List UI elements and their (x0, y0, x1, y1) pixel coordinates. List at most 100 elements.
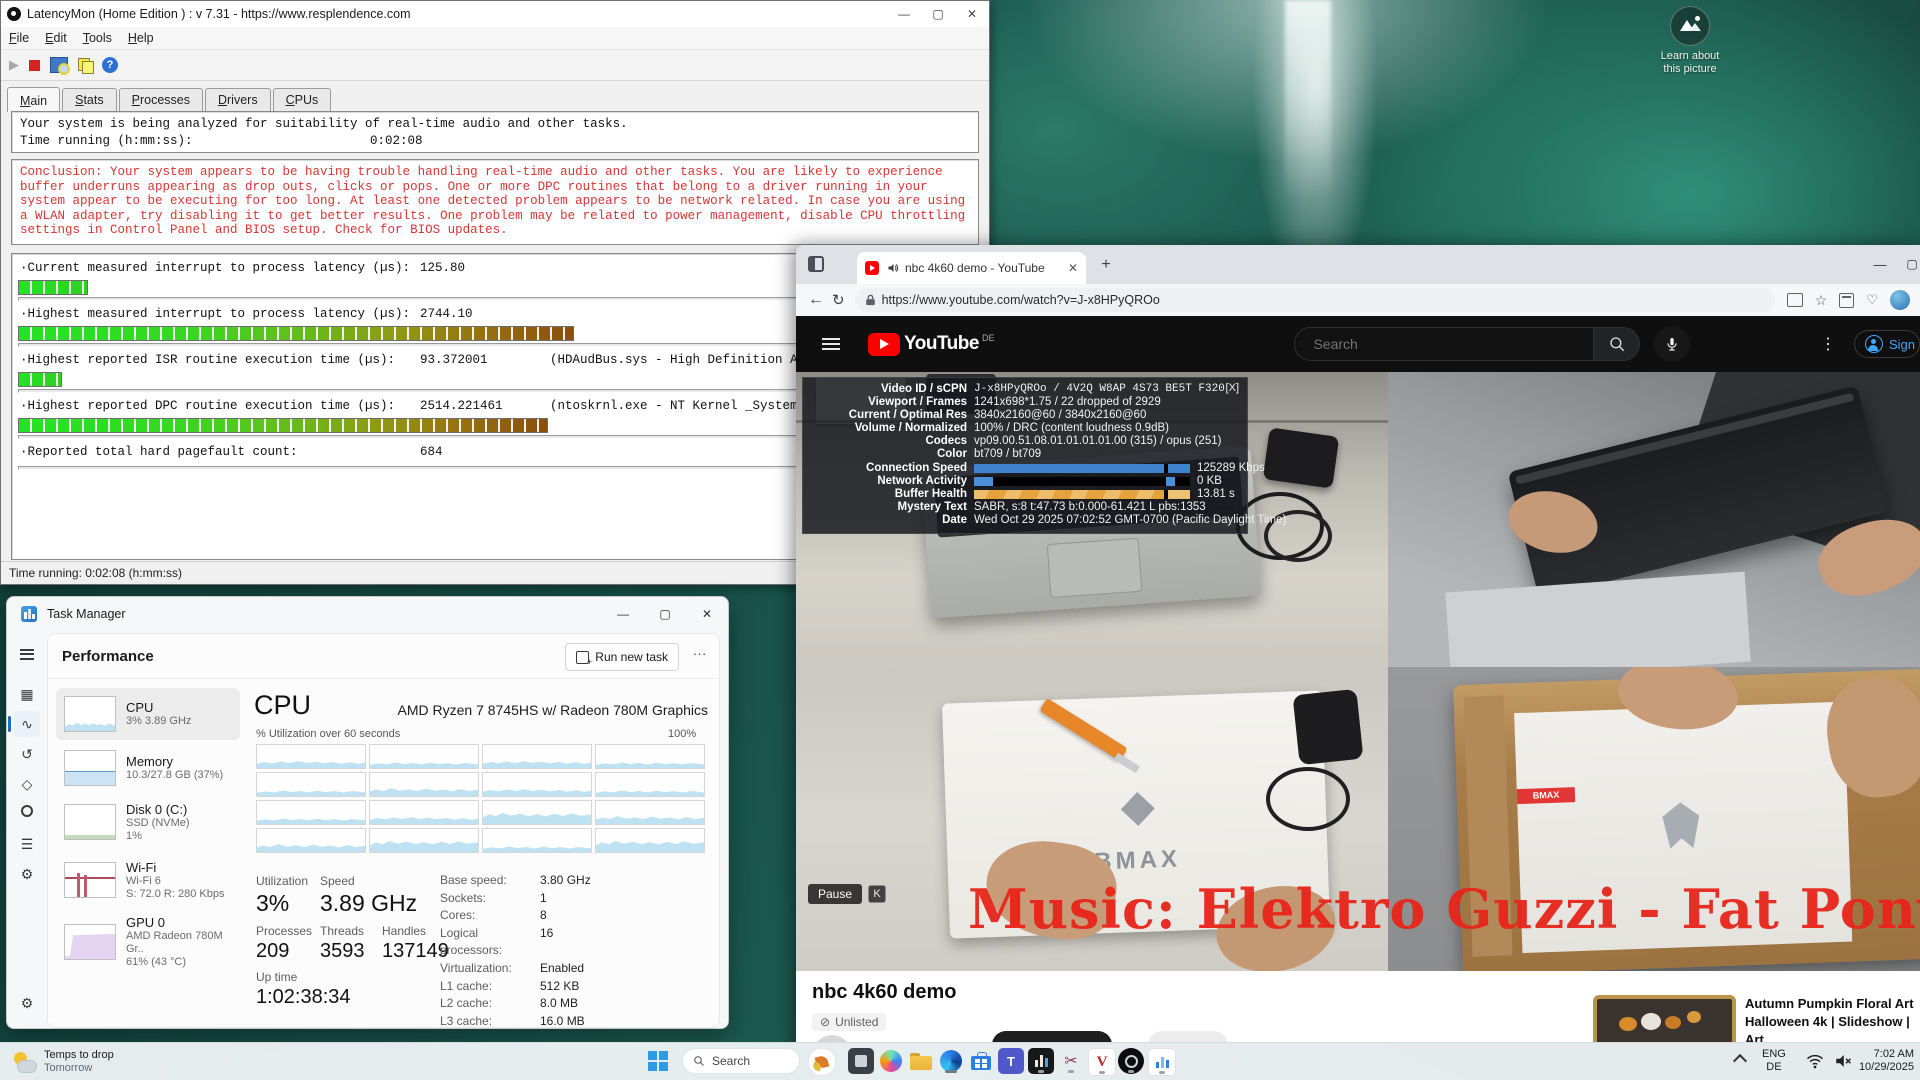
tab-close-icon[interactable]: ✕ (1068, 261, 1078, 275)
copy-report-icon[interactable] (78, 58, 92, 72)
desktop-waterfall (1285, 0, 1331, 200)
start-monitor-icon[interactable]: ▶ (9, 57, 19, 73)
task-manager-taskbar-icon[interactable] (1148, 1048, 1176, 1076)
weather-icon (12, 1051, 36, 1073)
more-options-button[interactable]: ... (693, 643, 707, 658)
settings-gear-icon[interactable]: ⚙ (14, 990, 40, 1016)
search-input[interactable] (1311, 335, 1565, 353)
file-explorer-icon[interactable] (908, 1048, 934, 1074)
nav-details-icon[interactable]: ☰ (14, 831, 40, 857)
search-button[interactable] (1594, 327, 1640, 361)
pause-label: Pause (808, 884, 862, 904)
tab-stats[interactable]: Stats (62, 88, 117, 111)
cpu-heading: CPU (254, 690, 311, 721)
lens-app-icon[interactable] (1118, 1048, 1144, 1074)
maximize-button[interactable]: ▢ (921, 2, 955, 26)
youtube-logo[interactable]: YouTube DE (868, 333, 994, 356)
tab-processes[interactable]: Processes (119, 88, 203, 111)
unlisted-link-icon: ⊘ (820, 1015, 830, 1029)
person-icon (1865, 335, 1883, 353)
start-button[interactable] (645, 1048, 671, 1074)
sign-in-button[interactable]: Sign (1854, 330, 1920, 358)
tray-chevron-icon[interactable] (1732, 1051, 1748, 1067)
nav-app-history-icon[interactable]: ↺ (14, 741, 40, 767)
search-highlights-leaf-icon[interactable] (808, 1048, 836, 1076)
nav-users-icon[interactable] (14, 801, 40, 827)
volume-muted-icon[interactable] (1834, 1053, 1852, 1069)
menu-edit[interactable]: Edit (37, 31, 75, 45)
minimize-button[interactable]: — (887, 2, 921, 26)
learn-about-picture[interactable]: Learn about this picture (1630, 6, 1750, 76)
wifi-icon[interactable] (1806, 1053, 1824, 1069)
perf-item-memory[interactable]: Memory10.3/27.8 GB (37%) (56, 742, 240, 794)
v-checker-app-icon[interactable]: V (1088, 1048, 1116, 1076)
menu-help[interactable]: Help (120, 31, 162, 45)
window-minimize-button[interactable]: — (1868, 257, 1892, 272)
perf-item-gpu[interactable]: GPU 0AMD Radeon 780M Gr..61% (43 °C) (56, 916, 240, 968)
nav-services-icon[interactable]: ⚙ (14, 861, 40, 887)
perf-item-disk[interactable]: Disk 0 (C:)SSD (NVMe)1% (56, 796, 240, 848)
gpu-mini-chart (64, 924, 116, 960)
nav-performance-icon[interactable]: ∿ (14, 711, 40, 737)
address-bar[interactable]: https://www.youtube.com/watch?v=J-x8HPyQ… (855, 288, 1775, 312)
taskbar-search[interactable]: Search (682, 1048, 800, 1074)
latencymon-titlebar[interactable]: LatencyMon (Home Edition ) : v 7.31 - ht… (1, 1, 989, 27)
wifi-mini-chart (64, 862, 116, 898)
recommended-title-line1[interactable]: Autumn Pumpkin Floral Art (1745, 995, 1915, 1013)
favorites-star-icon[interactable]: ☆ (1815, 292, 1828, 309)
menu-tools[interactable]: Tools (75, 31, 120, 45)
perf-item-wifi[interactable]: Wi-FiWi-Fi 6S: 72.0 R: 280 Kbps (56, 854, 240, 906)
close-button[interactable]: ✕ (686, 598, 728, 630)
tray-clock[interactable]: 7:02 AM 10/29/2025 (1856, 1048, 1914, 1074)
voice-search-button[interactable] (1654, 326, 1690, 362)
profile-avatar[interactable] (1890, 290, 1910, 310)
settings-kebab-icon[interactable]: ⋮ (1820, 334, 1836, 354)
nav-startup-apps-icon[interactable]: ◇ (14, 771, 40, 797)
recommended-title-line2[interactable]: Halloween 4k | Slideshow | Art... (1745, 1013, 1915, 1043)
stop-monitor-icon[interactable] (29, 60, 40, 71)
tray-language-switcher[interactable]: ENG DE (1762, 1048, 1786, 1074)
microsoft-store-icon[interactable] (968, 1048, 994, 1074)
youtube-search-box[interactable] (1294, 327, 1594, 361)
back-icon[interactable]: ← (808, 291, 824, 309)
refresh-icon[interactable]: ↻ (832, 291, 845, 309)
browser-tab[interactable]: nbc 4k60 demo - YouTube ✕ (857, 252, 1086, 284)
edge-icon[interactable] (938, 1048, 964, 1074)
browser-essentials-icon[interactable]: ♡ (1866, 292, 1878, 308)
teams-icon[interactable]: T (998, 1048, 1024, 1074)
tab-drivers[interactable]: Drivers (205, 88, 271, 111)
maximize-button[interactable]: ▢ (644, 598, 686, 630)
perf-item-cpu[interactable]: CPU3% 3.89 GHz (56, 688, 240, 740)
picture-info-icon[interactable] (1670, 6, 1710, 46)
new-tab-button[interactable]: + (1098, 257, 1114, 273)
stats-close-button[interactable]: [X] (1226, 382, 1239, 394)
snipping-tool-icon[interactable]: ✂ (1058, 1048, 1084, 1074)
analyze-icon[interactable] (50, 57, 68, 73)
split-screen-icon[interactable] (1787, 293, 1803, 307)
nav-menu-icon[interactable] (14, 641, 40, 667)
guide-menu-icon[interactable] (822, 335, 840, 353)
metric-label: ·Highest measured interrupt to process l… (20, 307, 420, 321)
tab-audio-icon[interactable] (887, 262, 899, 274)
tab-cpus[interactable]: CPUs (273, 88, 332, 111)
task-manager-titlebar[interactable]: Task Manager — ▢ ✕ (7, 597, 728, 631)
copilot-icon[interactable] (878, 1048, 904, 1074)
tab-main[interactable]: Main (7, 87, 60, 112)
menu-file[interactable]: File (1, 31, 37, 45)
detail-label: L1 cache: (440, 978, 540, 996)
run-task-icon: + (576, 651, 589, 664)
window-maximize-button[interactable]: ▢ (1900, 257, 1920, 271)
minimize-button[interactable]: — (602, 598, 644, 630)
video-player[interactable]: BMAX BMAX (796, 372, 1920, 971)
weather-widget[interactable]: Temps to drop Tomorrow (4, 1045, 122, 1078)
tab-actions-icon[interactable] (808, 256, 824, 272)
nav-processes-icon[interactable]: ▦ (14, 681, 40, 707)
close-button[interactable]: ✕ (955, 2, 989, 26)
run-new-task-button[interactable]: + Run new task (565, 643, 679, 671)
audio-meter-app-icon[interactable] (1028, 1048, 1054, 1074)
recommended-thumbnail[interactable] (1593, 995, 1736, 1043)
app-notebook-icon[interactable] (848, 1048, 874, 1074)
collections-icon[interactable] (1839, 293, 1854, 308)
help-icon[interactable]: ? (102, 57, 118, 73)
visibility-badge: ⊘ Unlisted (812, 1013, 886, 1031)
